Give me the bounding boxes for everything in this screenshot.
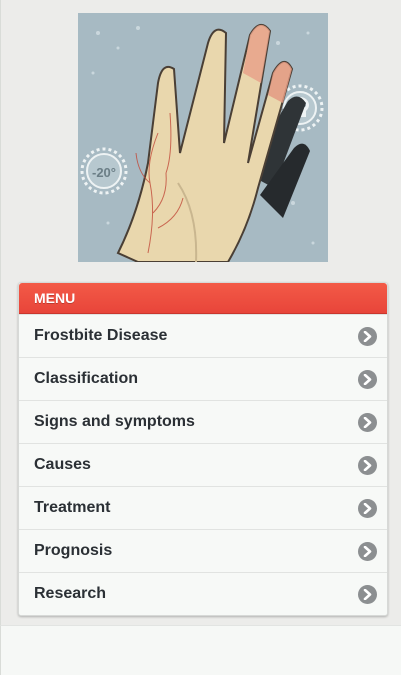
menu-item-prognosis[interactable]: Prognosis <box>19 529 387 572</box>
menu-item-label: Causes <box>34 456 91 473</box>
chevron-right-icon <box>358 326 377 346</box>
main-menu: MENU Frostbite Disease Classification Si… <box>18 282 388 616</box>
chevron-right-icon <box>358 369 377 389</box>
menu-header: MENU <box>19 283 387 314</box>
chevron-right-icon <box>358 455 377 475</box>
menu-item-label: Classification <box>34 370 139 387</box>
menu-item-label: Signs and symptoms <box>34 413 195 430</box>
page-background: -20° MENU Frostbite Disease Classificati… <box>0 0 401 625</box>
chevron-right-icon <box>358 498 377 518</box>
menu-item-causes[interactable]: Causes <box>19 443 387 486</box>
menu-item-label: Treatment <box>34 499 111 516</box>
chevron-right-icon <box>358 541 377 561</box>
menu-item-research[interactable]: Research <box>19 572 387 615</box>
menu-item-signs-and-symptoms[interactable]: Signs and symptoms <box>19 400 387 443</box>
menu-item-label: Research <box>34 585 107 602</box>
menu-item-label: Frostbite Disease <box>34 327 168 344</box>
menu-item-label: Prognosis <box>34 542 113 559</box>
chevron-right-icon <box>358 584 377 604</box>
menu-item-treatment[interactable]: Treatment <box>19 486 387 529</box>
frostbite-hand-image: -20° <box>78 13 328 262</box>
footer-area <box>0 625 401 675</box>
temperature-badge-text: -20° <box>92 165 116 180</box>
chevron-right-icon <box>358 412 377 432</box>
menu-item-frostbite-disease[interactable]: Frostbite Disease <box>19 314 387 357</box>
menu-item-classification[interactable]: Classification <box>19 357 387 400</box>
